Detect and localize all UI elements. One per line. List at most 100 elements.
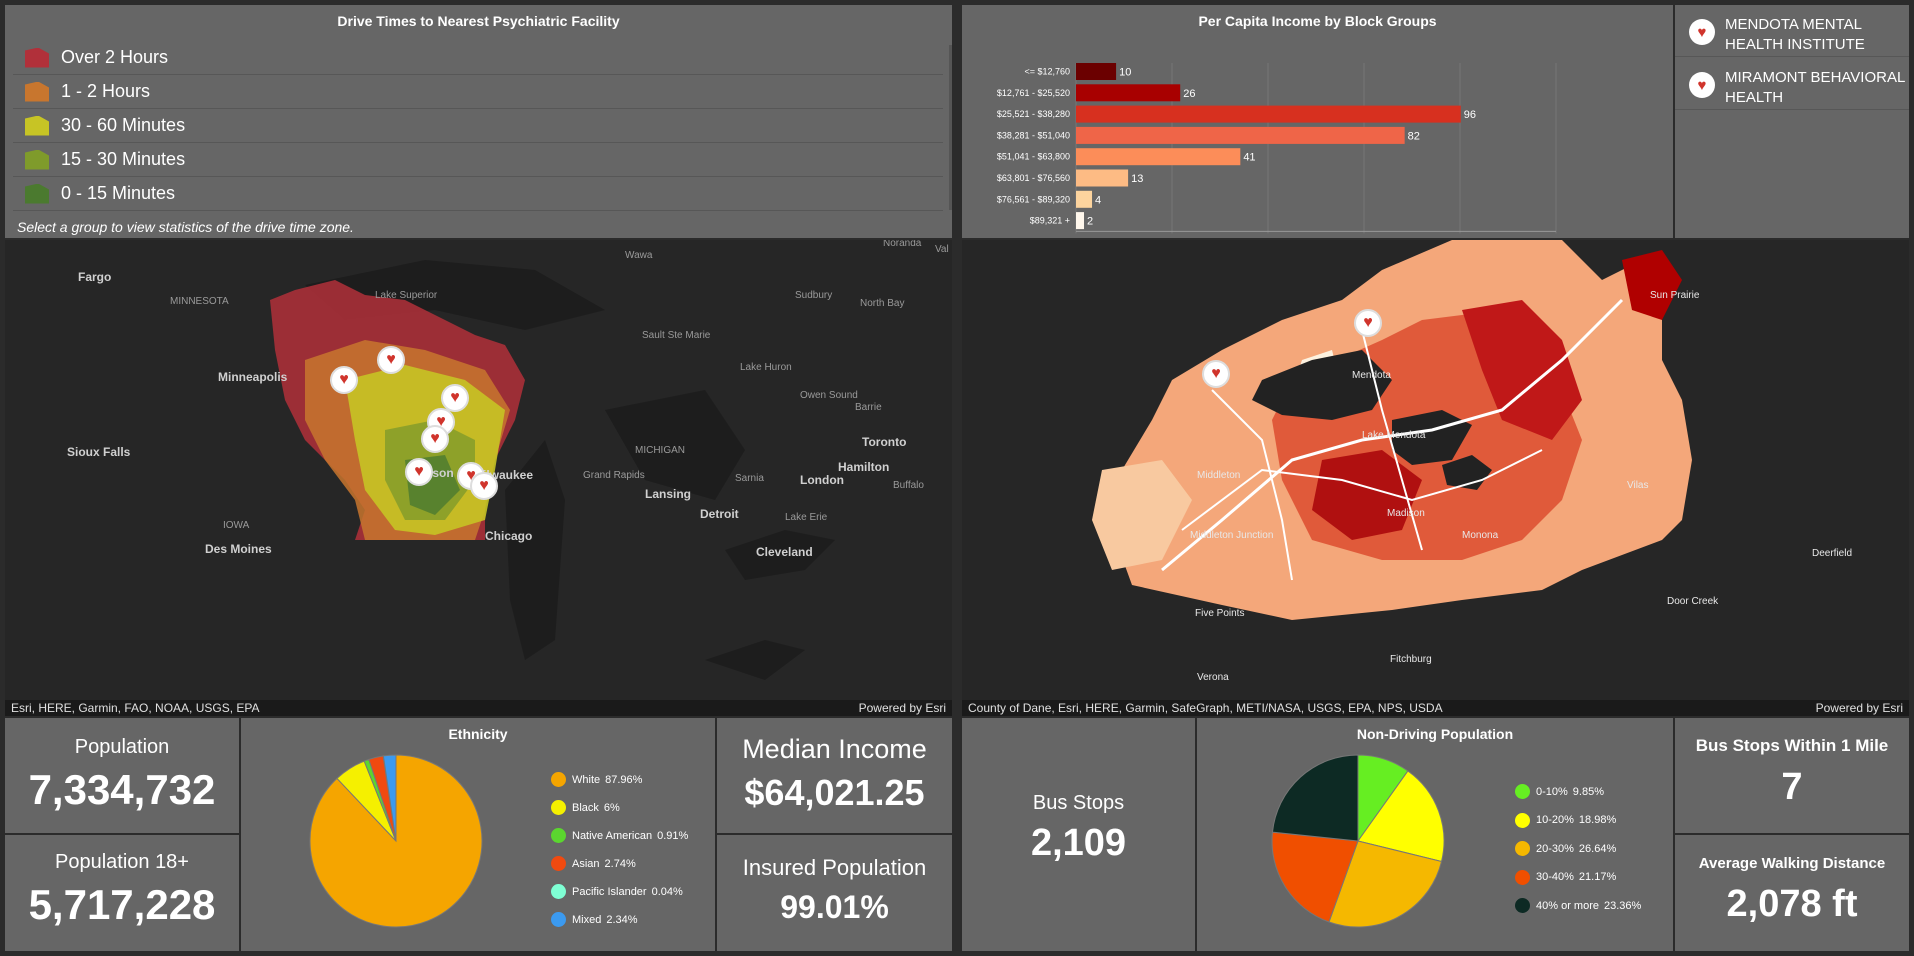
drive-time-item[interactable]: 15 - 30 Minutes (13, 143, 943, 177)
attribution-text: Esri, HERE, Garmin, FAO, NOAA, USGS, EPA (11, 701, 260, 715)
bus-stops-panel: Bus Stops 2,109 (962, 718, 1195, 951)
ethnicity-legend-item[interactable]: Pacific Islander 0.04% (551, 884, 683, 899)
heart-pin-icon: ♥ (1689, 19, 1715, 45)
ethnicity-pie-chart[interactable] (301, 746, 491, 936)
drive-time-item[interactable]: 30 - 60 Minutes (13, 109, 943, 143)
legend-dot (551, 772, 566, 787)
non-driving-slice[interactable] (1271, 754, 1359, 842)
legend-dot (551, 828, 566, 843)
bus-within-label: Bus Stops Within 1 Mile (1695, 736, 1889, 755)
income-bar[interactable] (1076, 148, 1241, 166)
non-driving-legend-item[interactable]: 30-40% 21.17% (1515, 869, 1616, 885)
legend-percent: 18.98% (1578, 814, 1617, 826)
insured-label: Insured Population (742, 855, 927, 880)
drive-time-label: 0 - 15 Minutes (61, 183, 176, 203)
legend-scrollbar[interactable] (949, 45, 952, 210)
drive-time-item[interactable]: 1 - 2 Hours (13, 75, 943, 109)
drive-time-item[interactable]: Over 2 Hours (13, 41, 943, 75)
income-bar[interactable] (1076, 105, 1461, 123)
non-driving-legend-item[interactable]: 0-10% 9.85% (1515, 784, 1604, 799)
legend-label: Pacific Islander (572, 885, 647, 898)
non-driving-legend-item[interactable]: 20-30% 26.64% (1515, 841, 1616, 856)
facility-pin[interactable]: ♥ (421, 425, 449, 453)
non-driving-pie-chart[interactable] (1263, 746, 1453, 936)
facility-name: MIRAMONT BEHAVIORAL HEALTH (1725, 69, 1905, 106)
category-label: $51,041 - $63,800 (997, 152, 1070, 162)
drive-time-item[interactable]: 0 - 15 Minutes (13, 177, 943, 211)
facility-name: MENDOTA MENTAL HEALTH INSTITUTE (1725, 16, 1865, 53)
ethnicity-legend-item[interactable]: Black 6% (551, 800, 620, 815)
map-place-label: Lansing (645, 487, 692, 501)
drive-time-label: 15 - 30 Minutes (61, 149, 186, 169)
legend-label: 0-10% (1536, 785, 1568, 798)
legend-percent: 0.91% (657, 829, 689, 842)
legend-dot (1515, 841, 1530, 856)
drive-time-label: Over 2 Hours (61, 47, 169, 67)
population-label: Population (74, 736, 170, 758)
income-bar[interactable] (1076, 126, 1405, 144)
bar-value-label: 13 (1131, 173, 1143, 185)
madison-map[interactable]: Sun Prairie Mendota Lake Mendota Middleton V… (962, 240, 1909, 716)
non-driving-title: Non-Driving Population (1356, 726, 1514, 742)
income-bar[interactable] (1076, 84, 1181, 102)
map-place-label: Fitchburg (1390, 654, 1432, 665)
non-driving-legend-item[interactable]: 10-20% 18.98% (1515, 812, 1617, 828)
map-place-label: North Bay (860, 298, 905, 309)
non-driving-legend-item[interactable]: 40% or more 23.36% (1515, 898, 1641, 913)
facility-pin[interactable]: ♥ (377, 346, 405, 374)
facility-item-mendota[interactable]: ♥ MENDOTA MENTAL HEALTH INSTITUTE (1675, 5, 1909, 57)
map-place-label: MICHIGAN (635, 445, 685, 456)
legend-dot (1515, 869, 1530, 885)
legend-dot (551, 912, 566, 927)
wisconsin-map[interactable]: Wawa Noranda Val Lake Superior Fargo MINNESOT… (5, 240, 952, 716)
income-bar[interactable] (1076, 169, 1129, 187)
income-bar[interactable] (1076, 190, 1093, 208)
facilities-panel: ♥ MENDOTA MENTAL HEALTH INSTITUTE ♥ MIRA… (1675, 5, 1909, 238)
map-place-label: Sun Prairie (1650, 290, 1700, 301)
map-place-label: Chicago (485, 529, 533, 543)
ethnicity-legend-item[interactable]: White 87.96% (551, 772, 642, 787)
walk-value: 2,078 ft (1726, 883, 1858, 925)
map-place-label: Lake Huron (740, 362, 792, 373)
facility-pin-miramont[interactable]: ♥ (1202, 360, 1230, 388)
bar-value-label: 82 (1408, 130, 1420, 142)
map-place-label: Noranda (883, 240, 922, 249)
map-place-label: Barrie (855, 402, 882, 413)
map-place-label: Val (935, 244, 949, 255)
map-place-label: IOWA (223, 520, 250, 531)
drive-time-label: 1 - 2 Hours (61, 81, 151, 101)
drive-times-title: Drive Times to Nearest Psychiatric Facil… (337, 13, 620, 29)
category-label: $89,321 + (1030, 216, 1070, 226)
median-income-panel: Median Income $64,021.25 (717, 718, 952, 833)
drive-time-label: 30 - 60 Minutes (61, 115, 186, 135)
legend-label: Black (572, 801, 599, 814)
legend-dot (551, 800, 566, 815)
facility-pin-mendota[interactable]: ♥ (1354, 309, 1382, 337)
map-place-label: MINNESOTA (170, 296, 229, 307)
map-attribution: County of Dane, Esri, HERE, Garmin, Safe… (962, 700, 1909, 716)
category-label: $76,561 - $89,320 (997, 194, 1070, 204)
legend-percent: 26.64% (1578, 842, 1617, 855)
legend-label: 40% or more (1536, 899, 1599, 912)
legend-swatch (25, 149, 49, 170)
facility-pin[interactable]: ♥ (405, 458, 433, 486)
category-label: $63,801 - $76,560 (997, 173, 1070, 183)
map-place-label: Des Moines (205, 542, 272, 556)
facility-pin[interactable]: ♥ (330, 366, 358, 394)
bar-value-label: 10 (1119, 67, 1131, 79)
map-place-label: Fargo (78, 270, 112, 284)
legend-dot (551, 884, 566, 899)
powered-by-esri-link[interactable]: Powered by Esri (859, 701, 946, 715)
map-place-label: Hamilton (838, 460, 890, 474)
powered-by-esri-link[interactable]: Powered by Esri (1816, 701, 1903, 715)
facility-item-miramont[interactable]: ♥ MIRAMONT BEHAVIORAL HEALTH (1675, 58, 1909, 110)
legend-label: Asian (572, 857, 600, 870)
income-bar[interactable] (1076, 212, 1085, 230)
facility-pin[interactable]: ♥ (470, 472, 498, 500)
ethnicity-legend-item[interactable]: Asian 2.74% (551, 856, 636, 871)
bus-within-panel: Bus Stops Within 1 Mile 7 (1675, 718, 1909, 833)
ethnicity-legend-item[interactable]: Native American 0.91% (551, 828, 688, 843)
ethnicity-legend-item[interactable]: Mixed 2.34% (551, 912, 638, 927)
income-bar[interactable] (1076, 63, 1117, 80)
walk-panel: Average Walking Distance 2,078 ft (1675, 835, 1909, 951)
